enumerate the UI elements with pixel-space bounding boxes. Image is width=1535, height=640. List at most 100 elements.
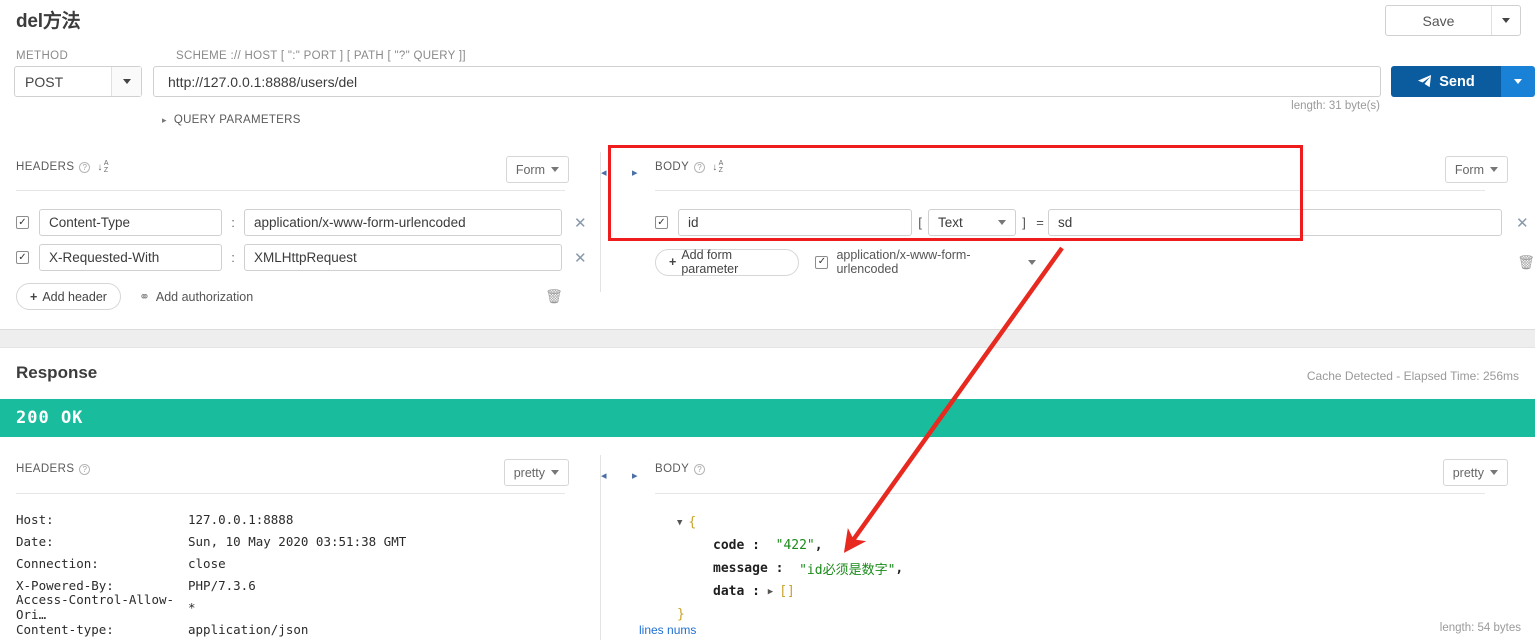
plus-icon: + — [30, 289, 38, 304]
equals-sign: = — [1036, 215, 1044, 230]
json-key: code — [713, 538, 745, 553]
header-row-checkbox[interactable]: ✓ — [16, 216, 29, 229]
header-name-input[interactable]: X-Requested-With — [39, 244, 222, 271]
response-header-value: Sun, 10 May 2020 03:51:38 GMT — [188, 533, 407, 549]
response-length-note: length: 54 bytes — [1439, 622, 1521, 634]
body-param-row: ✓ id [ Text ] = sd ✕ — [655, 209, 1529, 236]
header-row: ✓ X-Requested-With : XMLHttpRequest ✕ — [16, 244, 587, 271]
response-header-value: PHP/7.3.6 — [188, 577, 256, 593]
chevron-down-icon — [1502, 18, 1510, 23]
add-authorization-link[interactable]: Add authorization — [156, 290, 253, 304]
request-body-title: BODY — [655, 161, 690, 173]
body-param-type-label: Text — [938, 215, 963, 230]
remove-body-param-button[interactable]: ✕ — [1516, 214, 1529, 232]
divider — [655, 493, 1485, 494]
json-value: "422" — [775, 538, 815, 553]
expand-toggle-icon[interactable]: ▶ — [768, 587, 773, 597]
response-body-view-mode[interactable]: pretty — [1442, 459, 1508, 486]
json-key: data — [713, 584, 745, 599]
add-header-button[interactable]: + Add header — [16, 283, 121, 310]
chevron-down-icon — [1490, 470, 1498, 475]
json-root-open: ▼ { — [677, 511, 903, 534]
response-header-key: X-Powered-By: — [16, 577, 114, 593]
help-icon[interactable]: ? — [694, 161, 706, 173]
lines-nums-link[interactable]: lines nums — [639, 623, 696, 637]
add-form-parameter-label: Add form parameter — [681, 248, 739, 276]
header-value-input[interactable]: application/x-www-form-urlencoded — [244, 209, 562, 236]
method-value: POST — [25, 73, 64, 90]
send-dropdown-toggle[interactable] — [1501, 66, 1535, 97]
save-button-group[interactable]: Save — [1385, 5, 1521, 36]
response-title: Response — [16, 363, 98, 382]
delete-all-headers-button[interactable]: 🗑 — [545, 288, 563, 305]
request-headers-header: HEADERS ? ↓ A Z Form — [0, 156, 596, 190]
chevron-down-icon — [1514, 79, 1522, 84]
request-body-panel: BODY ? ↓ A Z Form ✓ id [ Text ] = sd ✕ +… — [617, 156, 1535, 276]
help-icon[interactable]: ? — [694, 463, 706, 475]
request-length-note: length: 31 byte(s) — [1291, 100, 1380, 112]
sort-az-icon[interactable]: ↓ A Z — [97, 160, 108, 174]
request-headers-view-mode[interactable]: Form — [505, 156, 569, 183]
response-header-value: application/json — [188, 621, 309, 637]
header-separator: : — [231, 250, 235, 265]
divider — [655, 190, 1485, 191]
response-header-value: 127.0.0.1:8888 — [188, 511, 294, 527]
save-dropdown-toggle[interactable] — [1491, 6, 1520, 35]
help-icon[interactable]: ? — [79, 161, 91, 173]
json-value: "id必须是数字" — [799, 563, 896, 578]
response-headers-view-mode[interactable]: pretty — [503, 459, 569, 486]
request-headers-actions: + Add header ⚭ Add authorization 🗑 — [16, 283, 563, 310]
send-button-group[interactable]: Send — [1391, 66, 1535, 97]
method-select[interactable]: POST — [14, 66, 142, 97]
open-bracket: [ — [918, 215, 922, 230]
url-input[interactable]: http://127.0.0.1:8888/users/del — [153, 66, 1381, 97]
add-form-parameter-button[interactable]: + Add form parameter — [655, 248, 800, 276]
body-param-name-input[interactable]: id — [678, 209, 912, 236]
response-header-value: * — [188, 599, 196, 615]
json-comma: , — [895, 561, 904, 576]
chevron-down-icon[interactable] — [1028, 259, 1037, 265]
request-body-header: BODY ? ↓ A Z Form — [617, 156, 1535, 190]
response-header-row: Date: Sun, 10 May 2020 03:51:38 GMT — [16, 530, 596, 552]
response-headers-panel: HEADERS ? pretty Host: 127.0.0.1:8888 Da… — [0, 459, 596, 637]
method-dropdown-toggle[interactable] — [111, 67, 141, 96]
response-header-row: Host: 127.0.0.1:8888 — [16, 508, 596, 530]
response-header-value: close — [188, 555, 226, 571]
response-collapse-left-arrow[interactable]: ◂ — [601, 469, 607, 482]
save-button[interactable]: Save — [1386, 6, 1491, 35]
sort-az-icon[interactable]: ↓ A Z — [712, 160, 723, 174]
header-name-input[interactable]: Content-Type — [39, 209, 222, 236]
help-icon[interactable]: ? — [79, 463, 91, 475]
response-headers-table: Host: 127.0.0.1:8888 Date: Sun, 10 May 2… — [16, 508, 596, 640]
chevron-right-icon: ▸ — [162, 114, 167, 125]
response-header-key: Connection: — [16, 555, 99, 571]
body-param-checkbox[interactable]: ✓ — [655, 216, 668, 229]
query-parameters-toggle[interactable]: ▸ QUERY PARAMETERS — [162, 114, 301, 126]
request-body-actions: + Add form parameter ✓ application/x-www… — [655, 248, 1535, 276]
delete-body-button[interactable]: 🗑 — [1517, 254, 1535, 271]
response-header-key: Host: — [16, 511, 54, 527]
body-param-type-select[interactable]: Text — [928, 209, 1016, 236]
header-separator: : — [231, 215, 235, 230]
chevron-down-icon — [551, 167, 559, 172]
json-close-brace: } — [677, 607, 685, 622]
request-body-view-mode-label: Form — [1454, 162, 1484, 177]
section-separator — [0, 329, 1535, 348]
remove-header-button[interactable]: ✕ — [574, 214, 587, 232]
header-row-checkbox[interactable]: ✓ — [16, 251, 29, 264]
response-body-view-mode-label: pretty — [1452, 465, 1484, 480]
response-header-row: Access-Control-Allow-Ori… * — [16, 592, 596, 622]
remove-header-button[interactable]: ✕ — [574, 249, 587, 267]
request-body-view-mode[interactable]: Form — [1444, 156, 1508, 183]
json-colon: : — [752, 538, 760, 553]
header-value-input[interactable]: XMLHttpRequest — [244, 244, 562, 271]
add-header-label: Add header — [42, 289, 107, 304]
collapse-left-arrow[interactable]: ◂ — [601, 166, 607, 179]
content-type-checkbox[interactable]: ✓ — [815, 255, 829, 269]
response-header-row: Content-type: application/json — [16, 618, 596, 640]
collapse-toggle-icon[interactable]: ▼ — [677, 518, 682, 528]
send-button[interactable]: Send — [1391, 66, 1501, 97]
body-param-value-input[interactable]: sd — [1048, 209, 1502, 236]
send-button-label: Send — [1439, 73, 1475, 90]
json-line: code : "422" , — [677, 534, 903, 557]
